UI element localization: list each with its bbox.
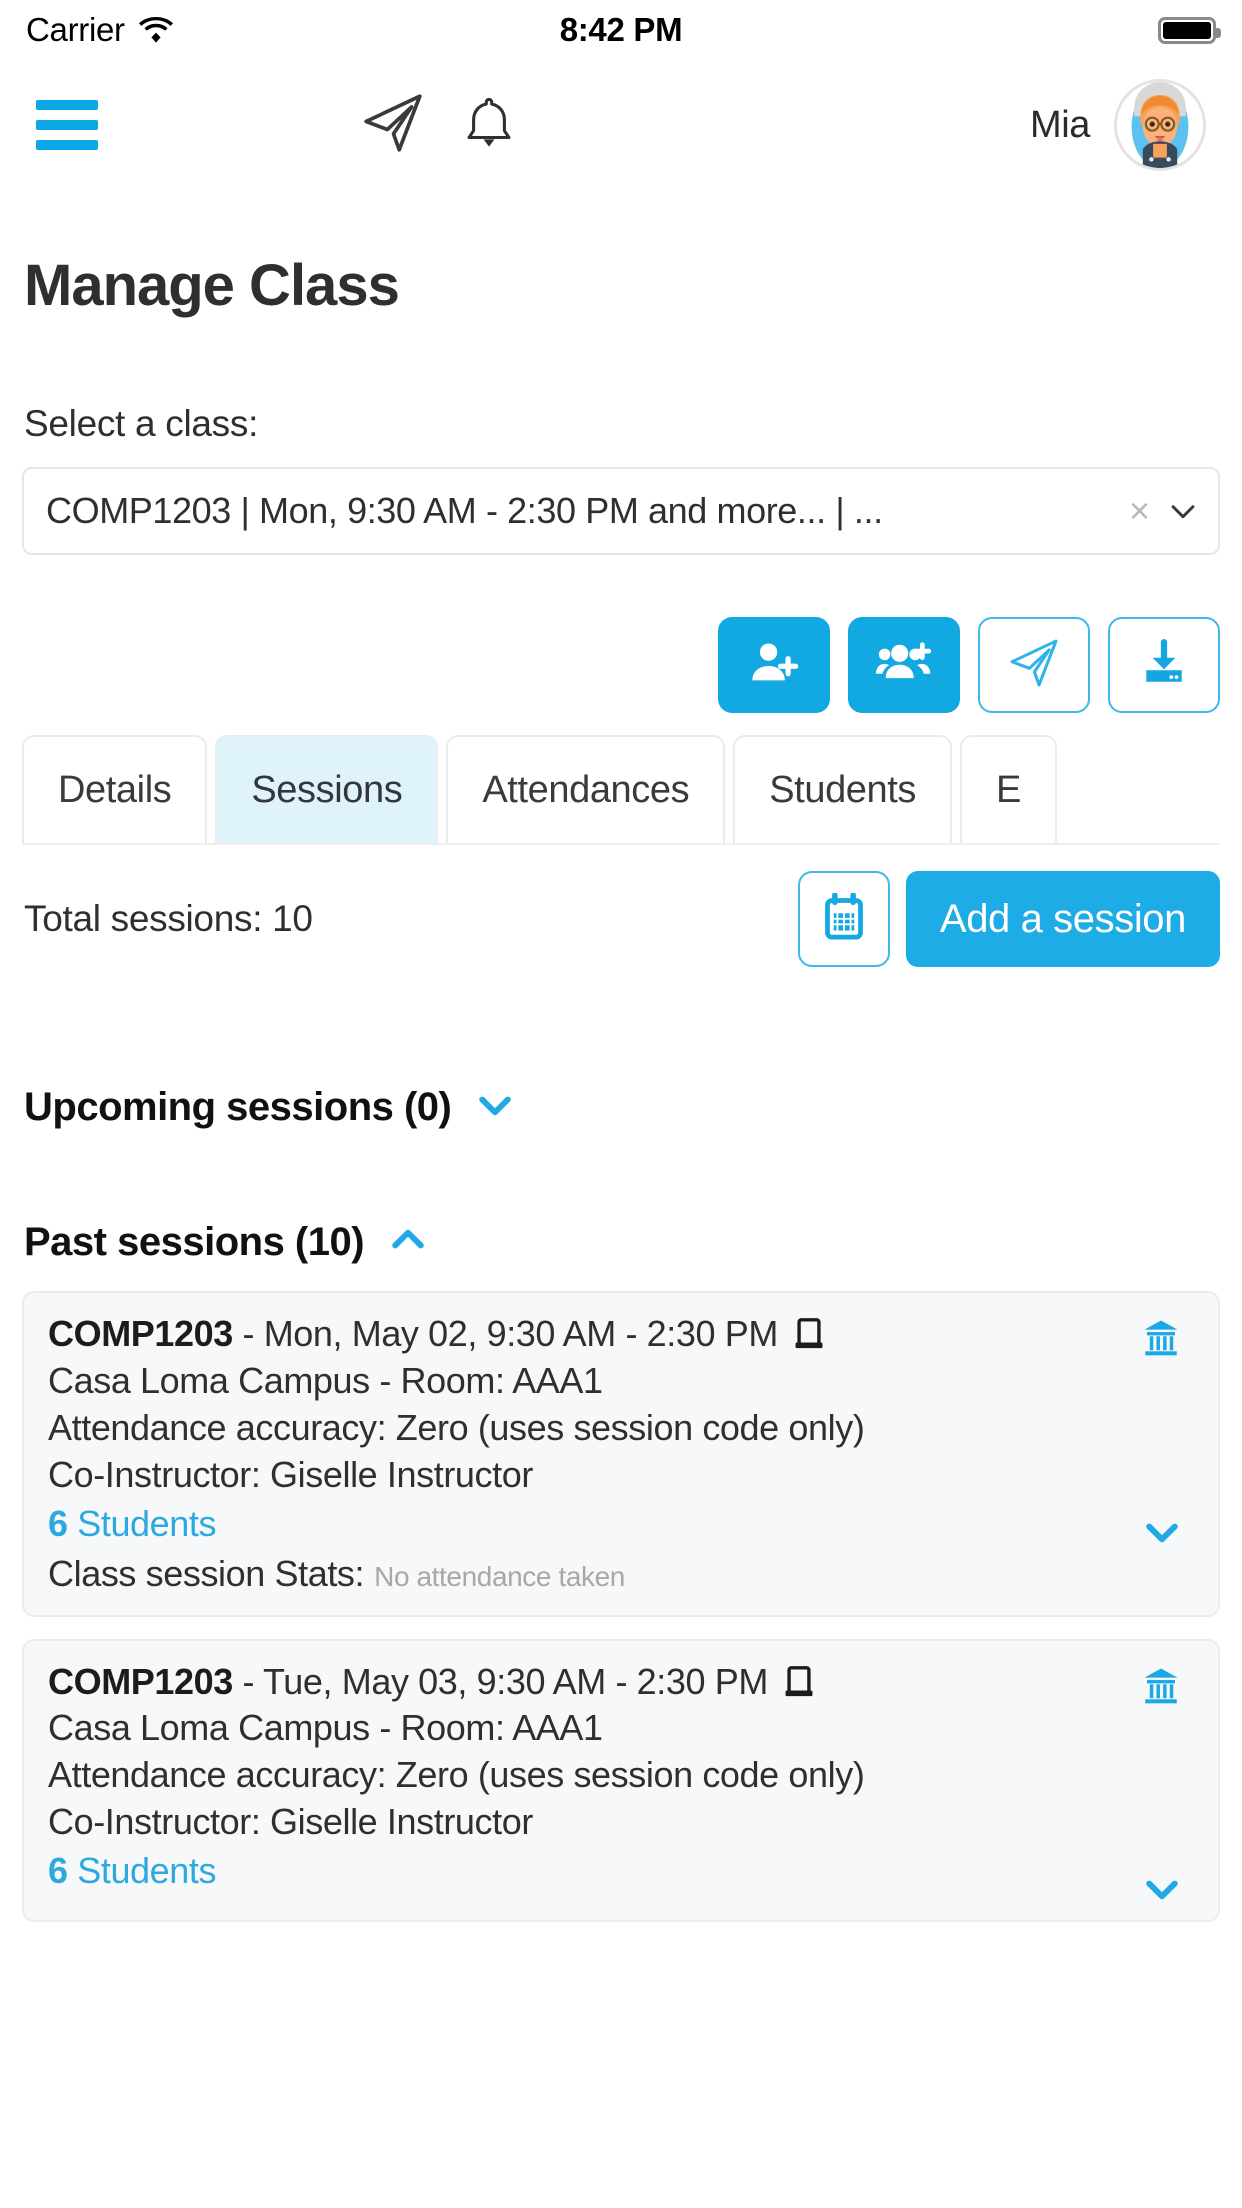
calendar-icon [822,891,866,946]
add-session-button[interactable]: Add a session [905,871,1220,967]
hamburger-menu-icon[interactable] [36,92,98,158]
session-students-link[interactable]: 6 Students [48,1850,1194,1892]
session-stats-line: Class session Stats: No attendance taken [48,1553,1194,1595]
session-stats-value: No attendance taken [374,1560,625,1592]
class-action-buttons [22,617,1220,713]
session-stats-label: Class session Stats: [48,1552,365,1594]
paper-plane-icon [1007,636,1061,695]
add-group-button[interactable] [848,617,960,713]
past-sessions-list: COMP1203 - Mon, May 02, 9:30 AM - 2:30 P… [22,1291,1220,1922]
clear-selection-icon[interactable]: × [1113,493,1166,529]
download-inbox-icon [1139,638,1189,693]
session-location: Casa Loma Campus - Room: AAA1 [48,1707,603,1749]
users-plus-icon [876,637,932,694]
class-select-value: COMP1203 | Mon, 9:30 AM - 2:30 PM and mo… [46,490,883,531]
tab-overflow[interactable]: E [960,735,1057,843]
session-students-count: 6 [48,1850,68,1891]
bank-institution-icon[interactable] [1140,1665,1182,1712]
class-select[interactable]: COMP1203 | Mon, 9:30 AM - 2:30 PM and mo… [22,467,1220,555]
session-co-instructor: Co-Instructor: Giselle Instructor [48,1801,533,1843]
app-header: Mia [0,60,1242,190]
tab-details[interactable]: Details [22,735,208,843]
bell-icon[interactable] [460,92,518,159]
past-sessions-header[interactable]: Past sessions (10) [24,1218,1220,1267]
header-user-area: Mia [1030,79,1206,171]
battery-full-icon [1158,16,1221,44]
sessions-summary-actions: Add a session [797,871,1220,967]
user-avatar[interactable] [1114,79,1206,171]
send-message-button[interactable] [978,617,1090,713]
session-card[interactable]: COMP1203 - Tue, May 03, 9:30 AM - 2:30 P… [22,1638,1220,1922]
session-course-code: COMP1203 [48,1660,233,1702]
expand-session-icon[interactable] [1140,1867,1184,1916]
chevron-down-icon[interactable] [473,1083,517,1132]
session-students-label: Students [67,1502,217,1544]
tab-sessions[interactable]: Sessions [215,735,439,843]
page-content: Manage Class Select a class: COMP1203 | … [0,252,1242,1922]
tab-students[interactable]: Students [733,735,953,843]
select-class-label: Select a class: [24,403,259,444]
session-card[interactable]: COMP1203 - Mon, May 02, 9:30 AM - 2:30 P… [22,1291,1220,1617]
session-title-line: COMP1203 - Tue, May 03, 9:30 AM - 2:30 P… [48,1660,1194,1702]
status-bar: Carrier 8:42 PM [0,0,1242,60]
session-location: Casa Loma Campus - Room: AAA1 [48,1359,603,1401]
session-students-label: Students [67,1850,217,1891]
carrier-label: Carrier [26,11,125,48]
wifi-icon [138,17,173,43]
chevron-down-icon[interactable] [1166,494,1200,528]
expand-session-icon[interactable] [1140,1510,1184,1559]
add-student-button[interactable] [718,617,830,713]
session-co-instructor: Co-Instructor: Giselle Instructor [48,1453,533,1495]
status-bar-right [1158,16,1221,44]
header-center-icons [360,90,518,161]
user-name-label: Mia [1029,103,1090,146]
session-students-link[interactable]: 6 Students [48,1503,1194,1545]
laptop-icon [780,1665,818,1699]
user-plus-icon [748,637,800,694]
upcoming-sessions-header[interactable]: Upcoming sessions (0) [24,1083,1220,1132]
tab-attendances[interactable]: Attendances [446,735,726,843]
session-students-count: 6 [48,1502,68,1544]
session-accuracy: Attendance accuracy: Zero (uses session … [48,1754,865,1796]
past-sessions-title: Past sessions (10) [24,1220,365,1264]
import-download-button[interactable] [1108,617,1220,713]
bank-institution-icon[interactable] [1140,1317,1182,1364]
paper-plane-icon[interactable] [360,90,426,161]
status-bar-left: Carrier [26,11,173,49]
chevron-up-icon[interactable] [386,1218,430,1267]
upcoming-sessions-title: Upcoming sessions (0) [24,1085,452,1129]
sessions-summary-row: Total sessions: 10 Add a session [22,871,1220,967]
class-tabs: Details Sessions Attendances Students E [22,735,1220,845]
session-accuracy: Attendance accuracy: Zero (uses session … [48,1406,865,1448]
calendar-view-button[interactable] [797,871,890,967]
laptop-icon [790,1317,828,1351]
session-schedule: - Tue, May 03, 9:30 AM - 2:30 PM [242,1660,769,1702]
session-schedule: - Mon, May 02, 9:30 AM - 2:30 PM [242,1313,779,1354]
session-title-line: COMP1203 - Mon, May 02, 9:30 AM - 2:30 P… [48,1313,1194,1354]
session-course-code: COMP1203 [48,1313,233,1354]
total-sessions-label: Total sessions: 10 [24,898,313,939]
status-bar-clock: 8:42 PM [559,11,683,48]
page-title: Manage Class [24,253,400,318]
